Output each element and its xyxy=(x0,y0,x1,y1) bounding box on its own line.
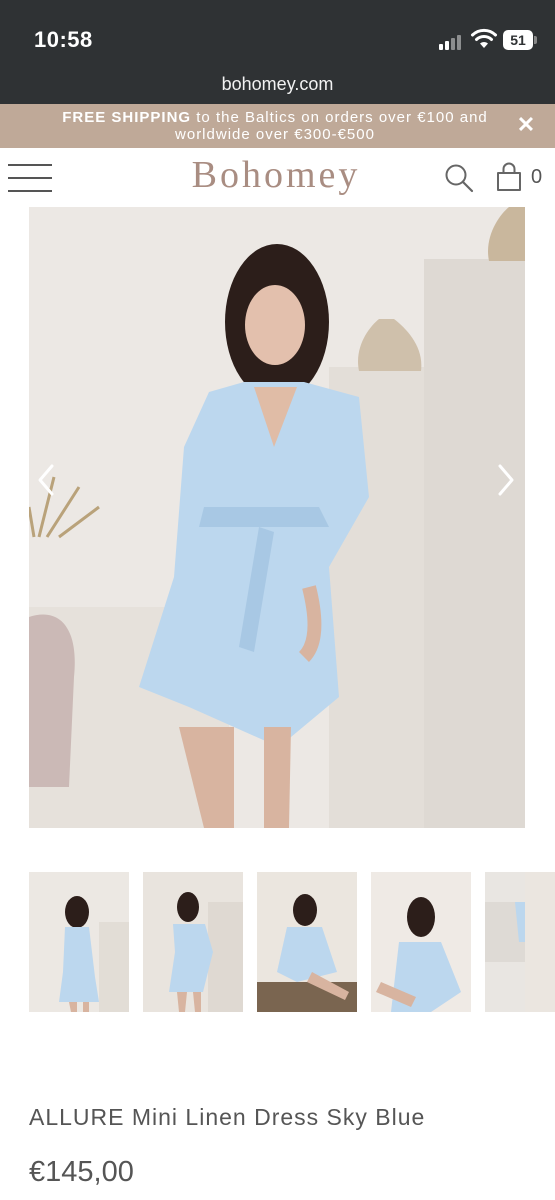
promo-detail-text: to the Baltics on orders over €100 and w… xyxy=(175,109,488,143)
logo[interactable]: Bohomey xyxy=(176,153,376,197)
thumbnail-4[interactable] xyxy=(371,872,471,1012)
site-header: Bohomey 0 xyxy=(0,148,555,208)
cart-count[interactable]: 0 xyxy=(531,166,542,189)
promo-banner: FREE SHIPPING to the Baltics on orders o… xyxy=(0,104,555,148)
product-title: ALLURE Mini Linen Dress Sky Blue xyxy=(29,1104,426,1130)
chevron-left-icon[interactable] xyxy=(34,462,58,498)
thumbnail-3[interactable] xyxy=(257,872,357,1012)
url-bar[interactable]: bohomey.com xyxy=(0,70,555,104)
menu-icon[interactable] xyxy=(8,162,52,194)
thumbnail-2[interactable] xyxy=(143,872,243,1012)
shopping-bag-icon[interactable] xyxy=(496,162,522,192)
product-photo xyxy=(29,207,525,828)
status-time: 10:58 xyxy=(34,27,93,52)
promo-bold-text: FREE SHIPPING xyxy=(62,109,192,126)
wifi-icon xyxy=(471,28,497,48)
search-icon[interactable] xyxy=(444,163,474,193)
status-bar: 10:58 51 xyxy=(0,0,555,70)
thumbnail-5[interactable] xyxy=(485,872,555,1012)
close-icon[interactable]: ✕ xyxy=(515,114,537,136)
promo-text: FREE SHIPPING to the Baltics on orders o… xyxy=(30,109,520,143)
thumbnail-1[interactable] xyxy=(29,872,129,1012)
product-main-image[interactable] xyxy=(29,207,525,828)
battery-level: 51 xyxy=(503,30,533,50)
thumbnail-strip xyxy=(29,872,555,1012)
cellular-signal-icon xyxy=(439,32,465,50)
chevron-right-icon[interactable] xyxy=(494,462,518,498)
url-text: bohomey.com xyxy=(221,74,334,94)
product-price: €145,00 xyxy=(29,1156,134,1188)
battery-icon: 51 xyxy=(503,30,537,50)
